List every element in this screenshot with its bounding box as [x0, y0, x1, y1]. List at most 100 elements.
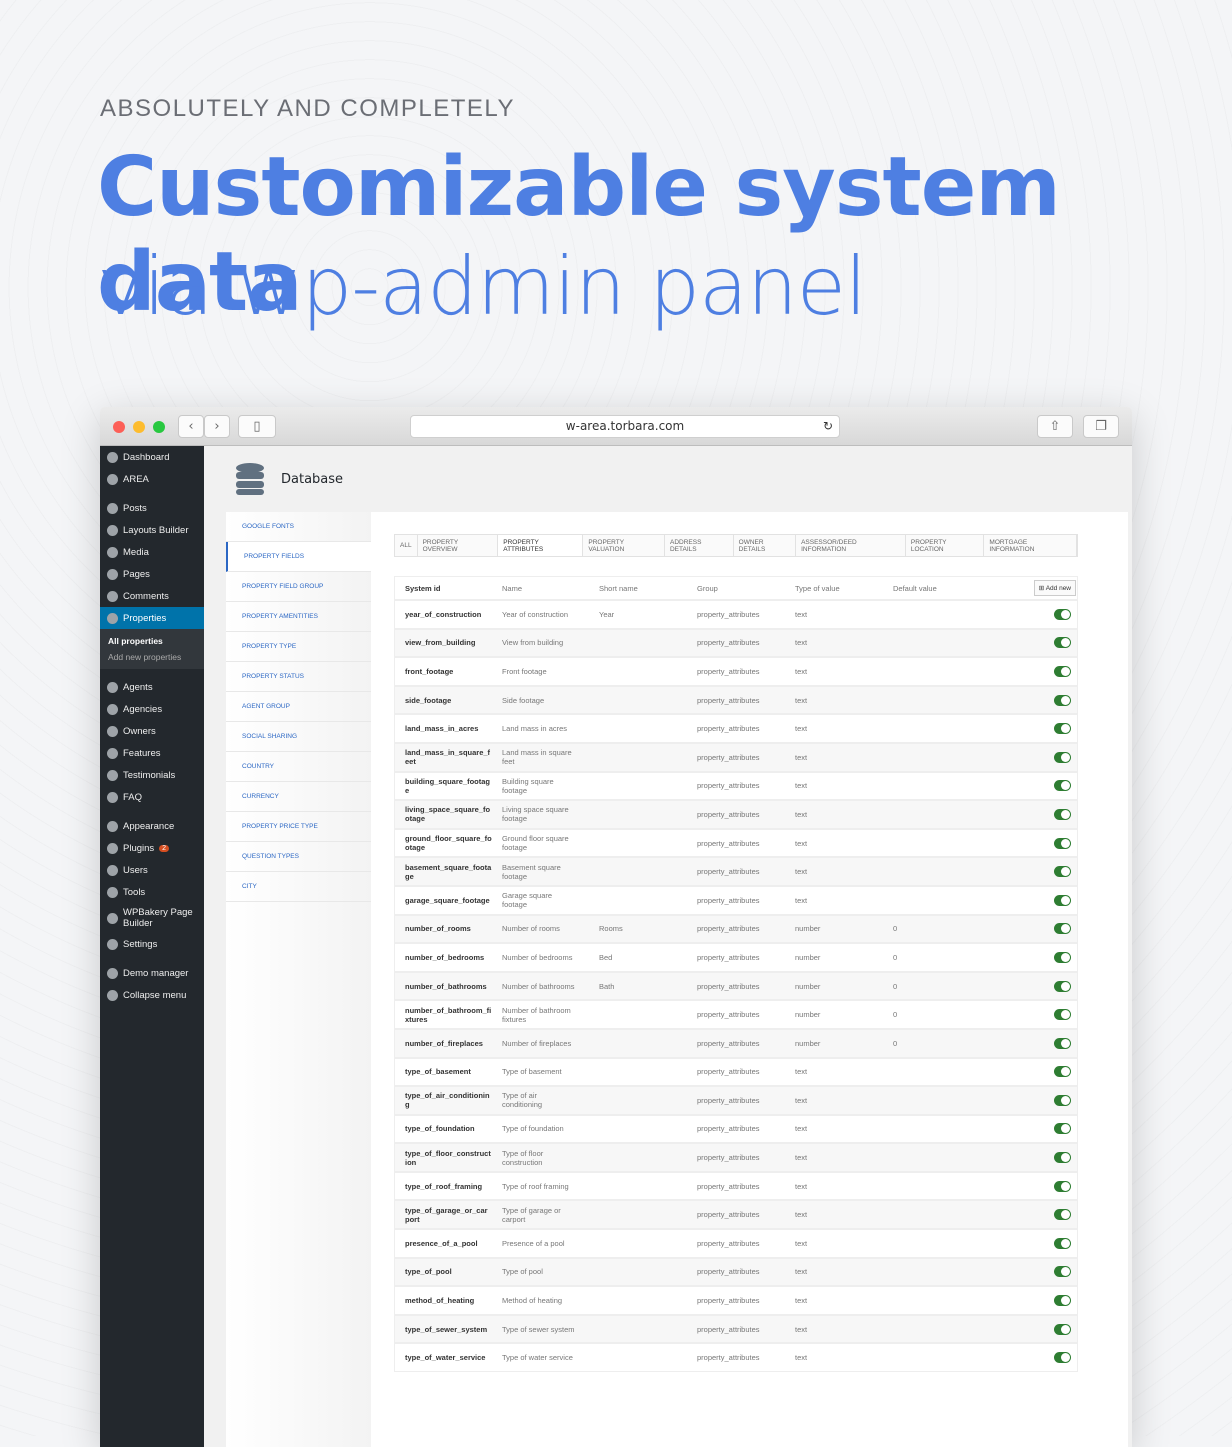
- back-icon[interactable]: ‹: [178, 415, 204, 438]
- sidebar-item-plugins[interactable]: Plugins 2: [100, 837, 204, 859]
- submenu-item[interactable]: All properties: [100, 633, 204, 649]
- section-tab[interactable]: QUESTION TYPES: [226, 842, 371, 872]
- forward-icon[interactable]: ›: [204, 415, 230, 438]
- section-tab[interactable]: CURRENCY: [226, 782, 371, 812]
- default-value: 0: [893, 1010, 898, 1020]
- section-tab[interactable]: SOCIAL SHARING: [226, 722, 371, 752]
- sidebar-item-media[interactable]: Media: [100, 541, 204, 563]
- section-tab[interactable]: CITY: [226, 872, 371, 902]
- enabled-toggle[interactable]: [1054, 637, 1071, 649]
- default-value: 0: [893, 924, 898, 934]
- sidebar-item-appearance[interactable]: Appearance: [100, 815, 204, 837]
- submenu-item[interactable]: Add new properties: [100, 649, 204, 665]
- enabled-toggle[interactable]: [1054, 608, 1071, 620]
- sidebar-item-wpbakery-page-builder[interactable]: WPBakery Page Builder: [100, 903, 204, 933]
- share-icon[interactable]: ⇧: [1037, 415, 1073, 438]
- sidebar-item-area[interactable]: AREA: [100, 468, 204, 490]
- section-tab[interactable]: PROPERTY FIELD GROUP: [226, 572, 371, 602]
- enabled-toggle[interactable]: [1054, 866, 1071, 878]
- enabled-toggle[interactable]: [1054, 665, 1071, 677]
- group: property_attributes: [697, 1296, 760, 1306]
- reload-icon[interactable]: ↻: [823, 416, 833, 437]
- enabled-toggle[interactable]: [1054, 808, 1071, 820]
- tabs-icon[interactable]: ❐: [1083, 415, 1119, 438]
- enabled-toggle[interactable]: [1054, 1295, 1071, 1307]
- enabled-toggle[interactable]: [1054, 894, 1071, 906]
- enabled-toggle[interactable]: [1054, 1123, 1071, 1135]
- enabled-toggle[interactable]: [1054, 1323, 1071, 1335]
- field-name: Number of rooms: [502, 924, 560, 934]
- group-tab[interactable]: MORTGAGE INFORMATION: [984, 535, 1077, 556]
- enabled-toggle[interactable]: [1054, 1180, 1071, 1192]
- sidebar-item-properties[interactable]: Properties: [100, 607, 204, 629]
- enabled-toggle[interactable]: [1054, 1266, 1071, 1278]
- group-tab[interactable]: ADDRESS DETAILS: [665, 535, 734, 556]
- enabled-toggle[interactable]: [1054, 694, 1071, 706]
- menu-icon: [107, 612, 118, 624]
- enabled-toggle[interactable]: [1054, 980, 1071, 992]
- enabled-toggle[interactable]: [1054, 951, 1071, 963]
- value-type: text: [795, 1324, 808, 1334]
- group-tab[interactable]: PROPERTY OVERVIEW: [418, 535, 499, 556]
- enabled-toggle[interactable]: [1054, 1094, 1071, 1106]
- value-type: text: [795, 1267, 808, 1277]
- field-name: Type of sewer system: [502, 1324, 575, 1334]
- section-tab[interactable]: PROPERTY AMENTITIES: [226, 602, 371, 632]
- group-tab[interactable]: ALL: [395, 535, 418, 556]
- group-tab[interactable]: PROPERTY LOCATION: [906, 535, 985, 556]
- sidebar-item-features[interactable]: Features: [100, 742, 204, 764]
- sidebar-item-settings[interactable]: Settings: [100, 933, 204, 955]
- minimize-window-button[interactable]: [133, 421, 145, 433]
- section-tab[interactable]: PROPERTY FIELDS: [226, 542, 371, 572]
- section-tab[interactable]: AGENT GROUP: [226, 692, 371, 722]
- enabled-toggle[interactable]: [1054, 1037, 1071, 1049]
- sidebar-item-collapse-menu[interactable]: Collapse menu: [100, 984, 204, 1006]
- system-id: number_of_fireplaces: [405, 1038, 483, 1048]
- enabled-toggle[interactable]: [1054, 1066, 1071, 1078]
- enabled-toggle[interactable]: [1054, 837, 1071, 849]
- maximize-window-button[interactable]: [153, 421, 165, 433]
- sidebar-item-agencies[interactable]: Agencies: [100, 698, 204, 720]
- group-tab[interactable]: PROPERTY VALUATION: [583, 535, 665, 556]
- table-row: type_of_pool Type of pool property_attribu…: [394, 1257, 1078, 1287]
- sidebar-item-comments[interactable]: Comments: [100, 585, 204, 607]
- close-window-button[interactable]: [113, 421, 125, 433]
- enabled-toggle[interactable]: [1054, 923, 1071, 935]
- value-type: text: [795, 638, 808, 648]
- group-tab[interactable]: ASSESSOR/DEED INFORMATION: [796, 535, 906, 556]
- sidebar-item-users[interactable]: Users: [100, 859, 204, 881]
- enabled-toggle[interactable]: [1054, 751, 1071, 763]
- section-tab[interactable]: COUNTRY: [226, 752, 371, 782]
- field-name: Presence of a pool: [502, 1238, 565, 1248]
- enabled-toggle[interactable]: [1054, 1152, 1071, 1164]
- sidebar-item-testimonials[interactable]: Testimonials: [100, 764, 204, 786]
- system-id: number_of_bathroom_fixtures: [405, 1005, 492, 1024]
- section-tab[interactable]: PROPERTY STATUS: [226, 662, 371, 692]
- system-id: type_of_foundation: [405, 1124, 475, 1134]
- system-id: type_of_sewer_system: [405, 1324, 488, 1334]
- enabled-toggle[interactable]: [1054, 1009, 1071, 1021]
- section-tab[interactable]: PROPERTY PRICE TYPE: [226, 812, 371, 842]
- enabled-toggle[interactable]: [1054, 1209, 1071, 1221]
- enabled-toggle[interactable]: [1054, 780, 1071, 792]
- address-bar[interactable]: w-area.torbara.com ↻: [410, 415, 840, 438]
- sidebar-item-demo-manager[interactable]: Demo manager: [100, 962, 204, 984]
- add-new-button[interactable]: ⊞ Add new: [1033, 580, 1076, 596]
- section-tab[interactable]: PROPERTY TYPE: [226, 632, 371, 662]
- enabled-toggle[interactable]: [1054, 1237, 1071, 1249]
- sidebar-item-faq[interactable]: FAQ: [100, 786, 204, 808]
- group-tab[interactable]: PROPERTY ATTRIBUTES: [498, 535, 584, 556]
- sidebar-item-pages[interactable]: Pages: [100, 563, 204, 585]
- section-tab[interactable]: GOOGLE FONTS: [226, 512, 371, 542]
- enabled-toggle[interactable]: [1054, 1352, 1071, 1364]
- group-tab[interactable]: OWNER DETAILS: [734, 535, 797, 556]
- sidebar-item-dashboard[interactable]: Dashboard: [100, 446, 204, 468]
- sidebar-item-posts[interactable]: Posts: [100, 497, 204, 519]
- sidebar-item-agents[interactable]: Agents: [100, 676, 204, 698]
- sidebar-toggle-icon[interactable]: ▯: [238, 415, 276, 438]
- sidebar-item-tools[interactable]: Tools: [100, 881, 204, 903]
- enabled-toggle[interactable]: [1054, 723, 1071, 735]
- database-icon: [236, 463, 264, 495]
- sidebar-item-layouts-builder[interactable]: Layouts Builder: [100, 519, 204, 541]
- sidebar-item-owners[interactable]: Owners: [100, 720, 204, 742]
